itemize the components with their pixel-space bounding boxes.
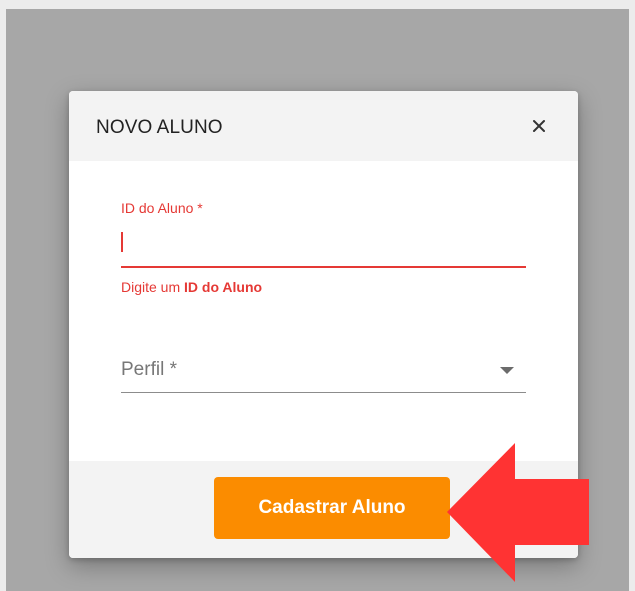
profile-select-label: Perfil * [121, 359, 177, 380]
close-icon [533, 120, 545, 132]
red-arrow-icon [447, 443, 589, 582]
text-caret [121, 232, 123, 252]
error-emphasis: ID do Aluno [184, 279, 263, 295]
student-id-error: Digite um ID do Aluno [121, 279, 262, 295]
dialog-title: NOVO ALUNO [96, 117, 223, 138]
error-prefix: Digite um [121, 279, 185, 295]
profile-select[interactable] [121, 347, 526, 387]
dialog-body: ID do Aluno * Digite um ID do Aluno Perf… [69, 161, 578, 461]
student-id-label: ID do Aluno * [121, 200, 203, 216]
student-id-input[interactable] [121, 224, 526, 256]
student-id-underline [121, 266, 526, 268]
register-student-button[interactable]: Cadastrar Aluno [214, 477, 450, 539]
close-button[interactable] [528, 115, 550, 137]
dialog-header: NOVO ALUNO [69, 91, 578, 161]
profile-select-underline [121, 392, 526, 393]
chevron-down-icon[interactable] [500, 367, 514, 374]
